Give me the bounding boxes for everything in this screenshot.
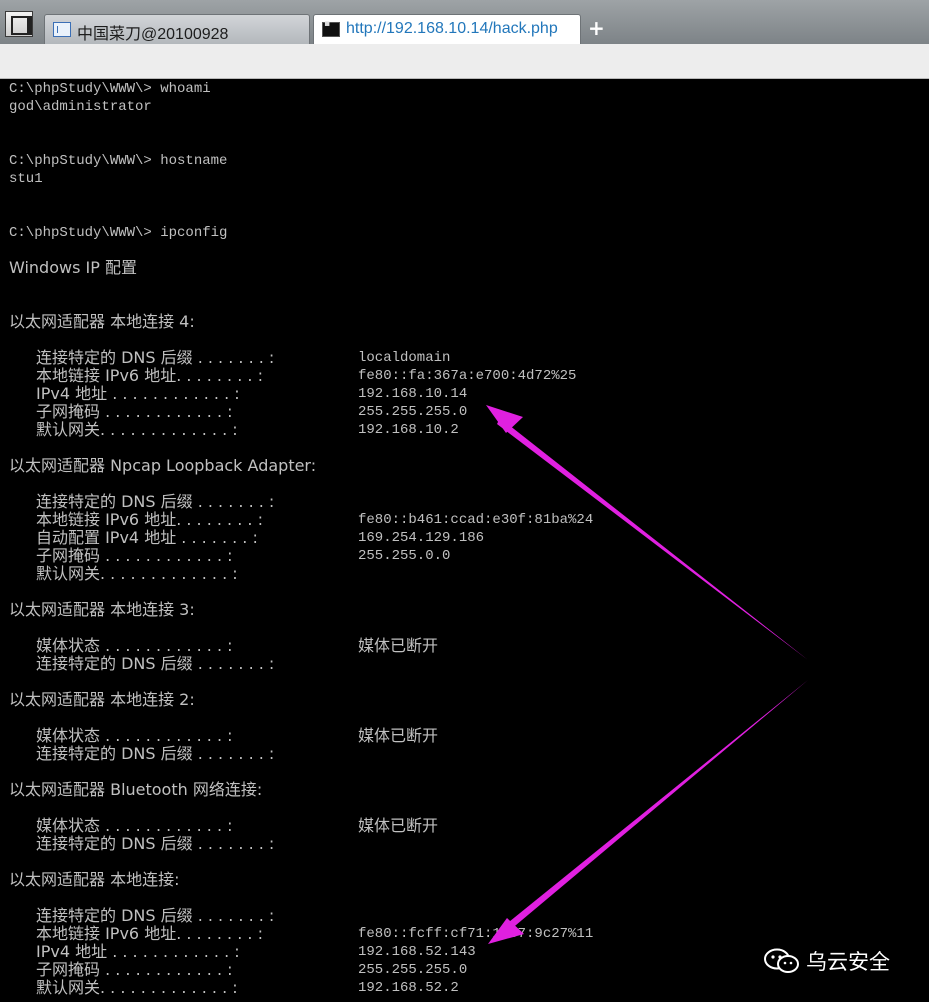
field-value: 169.254.129.186 [358,530,485,546]
field-key: 本地链接 IPv6 地址. . . . . . . . : [36,924,263,943]
field-value: 192.168.10.2 [358,422,459,438]
field-key: IPv4 地址 . . . . . . . . . . . . : [36,384,240,403]
field-value: 255.255.255.0 [358,962,468,978]
field-value: fe80::b461:ccad:e30f:81ba%24 [358,512,594,528]
field-key: 连接特定的 DNS 后缀 . . . . . . . : [36,834,275,853]
adapter-header: 以太网适配器 本地连接 3: [9,600,195,619]
adapter-header: 以太网适配器 本地连接 2: [9,690,195,709]
field-key: 媒体状态 . . . . . . . . . . . . : [36,636,233,655]
field-key: 子网掩码 . . . . . . . . . . . . : [36,546,233,565]
field-key: 连接特定的 DNS 后缀 . . . . . . . : [36,654,275,673]
watermark-text: 乌云安全 [806,950,890,974]
new-tab-button[interactable]: + [588,15,605,41]
toolbar-strip [0,44,929,79]
field-value: 媒体已断开 [358,636,439,655]
field-value: 192.168.52.2 [358,980,459,996]
field-value: 192.168.10.14 [358,386,468,402]
page-icon [53,22,71,37]
field-value: 媒体已断开 [358,816,439,835]
terminal-icon [322,19,340,37]
field-value: 255.255.255.0 [358,404,468,420]
adapter-header: 以太网适配器 本地连接: [9,870,180,889]
field-value: fe80::fcff:cf71:1487:9c27%11 [358,926,594,942]
field-key: 默认网关. . . . . . . . . . . . . : [36,420,238,439]
tab-label: http://192.168.10.14/hack.php [346,20,558,37]
field-key: 自动配置 IPv4 地址 . . . . . . . : [36,528,258,547]
field-key: 默认网关. . . . . . . . . . . . . : [36,978,238,997]
field-value: 媒体已断开 [358,726,439,745]
ipconfig-title: Windows IP 配置 [9,258,137,277]
field-key: 连接特定的 DNS 后缀 . . . . . . . : [36,348,275,367]
adapter-header: 以太网适配器 本地连接 4: [9,312,195,331]
field-key: 本地链接 IPv6 地址. . . . . . . . : [36,510,263,529]
window-icon [11,16,32,35]
output-line: god\administrator [9,99,152,115]
adapter-header: 以太网适配器 Npcap Loopback Adapter: [9,456,317,475]
window-menu-button[interactable] [5,11,33,37]
field-key: 子网掩码 . . . . . . . . . . . . : [36,960,233,979]
tab-hack-php[interactable]: http://192.168.10.14/hack.php [313,14,581,44]
tab-chopper[interactable]: 中国菜刀@20100928 [44,14,310,44]
field-value: localdomain [358,350,451,366]
tab-label: 中国菜刀@20100928 [77,26,229,43]
field-key: 媒体状态 . . . . . . . . . . . . : [36,816,233,835]
browser-tab-bar: 中国菜刀@20100928 http://192.168.10.14/hack.… [0,0,929,45]
field-key: 连接特定的 DNS 后缀 . . . . . . . : [36,744,275,763]
field-key: 子网掩码 . . . . . . . . . . . . : [36,402,233,421]
field-key: 连接特定的 DNS 后缀 . . . . . . . : [36,492,275,511]
output-line: stu1 [9,171,43,187]
command-console[interactable]: C:\phpStudy\WWW\> whoami god\administrat… [0,79,929,1002]
field-value: 255.255.0.0 [358,548,451,564]
command-line: C:\phpStudy\WWW\> whoami [9,81,211,97]
command-line: C:\phpStudy\WWW\> ipconfig [9,225,228,241]
field-key: 连接特定的 DNS 后缀 . . . . . . . : [36,906,275,925]
field-key: 默认网关. . . . . . . . . . . . . : [36,564,238,583]
field-value: fe80::fa:367a:e700:4d72%25 [358,368,577,384]
command-line: C:\phpStudy\WWW\> hostname [9,153,228,169]
field-key: 媒体状态 . . . . . . . . . . . . : [36,726,233,745]
field-value: 192.168.52.143 [358,944,476,960]
field-key: 本地链接 IPv6 地址. . . . . . . . : [36,366,263,385]
adapter-header: 以太网适配器 Bluetooth 网络连接: [9,780,263,799]
wechat-icon [764,948,799,973]
field-key: IPv4 地址 . . . . . . . . . . . . : [36,942,240,961]
